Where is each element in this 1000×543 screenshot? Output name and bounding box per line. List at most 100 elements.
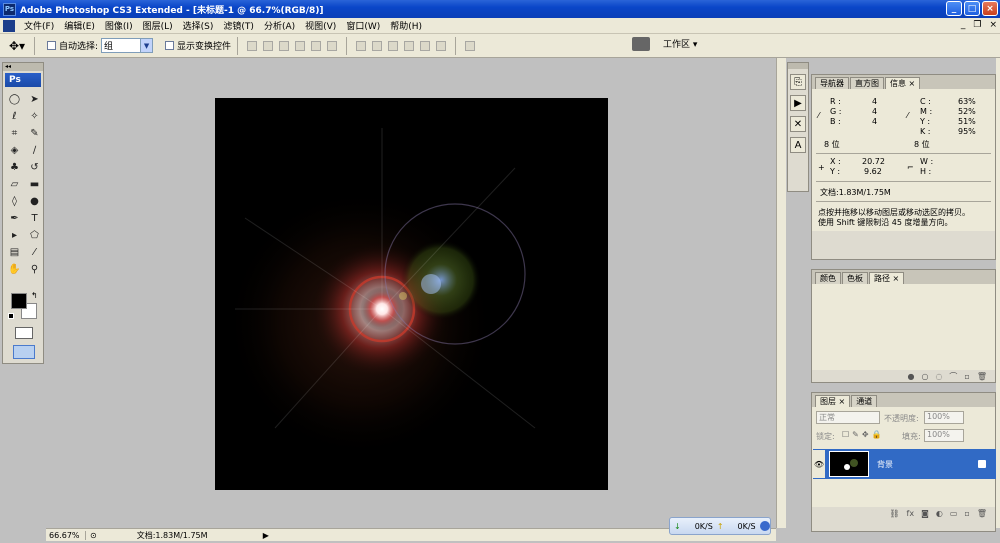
align-hcenter-icon[interactable] [311,40,322,51]
pen-tool-icon[interactable]: ✒ [5,210,24,226]
distribute-hcenter-icon[interactable] [420,40,431,51]
fill-path-icon[interactable]: ● [907,372,914,381]
delete-path-icon[interactable]: 🗑 [977,372,987,381]
lasso-tool-icon[interactable]: ℓ [5,108,24,124]
menu-window[interactable]: 窗口(W) [341,19,385,32]
menu-edit[interactable]: 编辑(E) [59,19,100,32]
history-panel-icon[interactable]: ⎘ [790,74,806,90]
menu-help[interactable]: 帮助(H) [385,19,427,32]
toolbox-grip[interactable]: ◂◂ [3,63,43,71]
screen-mode-icon[interactable] [13,345,35,359]
align-left-icon[interactable] [295,40,306,51]
eyedropper-icon[interactable]: ⁄ [25,244,44,260]
clone-stamp-icon[interactable]: ♣ [5,159,24,175]
text-tool-icon[interactable]: T [25,210,44,226]
menu-filter[interactable]: 滤镜(T) [218,19,259,32]
new-path-icon[interactable]: ▫ [964,372,969,381]
menu-image[interactable]: 图像(I) [100,19,138,32]
gradient-tool-icon[interactable]: ▬ [25,176,44,192]
new-group-icon[interactable]: ▭ [950,509,958,518]
distribute-bottom-icon[interactable] [388,40,399,51]
fill-input[interactable]: 100% [924,429,964,442]
document-scrollbar[interactable] [776,58,786,528]
menu-analysis[interactable]: 分析(A) [259,19,300,32]
make-work-path-icon[interactable]: ⌒ [949,371,957,382]
status-options-icon[interactable]: ⊙ [90,531,97,540]
brush-tool-icon[interactable]: ∕ [25,142,44,158]
minimize-button[interactable]: _ [946,1,962,16]
healing-brush-icon[interactable]: ◈ [5,142,24,158]
doc-minimize-button[interactable]: _ [961,20,966,30]
auto-select-checkbox[interactable] [47,41,56,50]
delete-layer-icon[interactable]: 🗑 [977,509,987,518]
doc-restore-button[interactable]: ❐ [973,20,981,30]
move-tool-icon[interactable]: ✥▾ [6,37,28,55]
default-colors-icon[interactable] [8,313,14,319]
zoom-tool-icon[interactable]: ⚲ [25,261,44,277]
menu-file[interactable]: 文件(F) [19,19,59,32]
dock-grip[interactable] [788,63,808,69]
distribute-vcenter-icon[interactable] [372,40,383,51]
zoom-level[interactable]: 66.67% [46,530,86,540]
dock-scrollbar[interactable] [996,58,1000,528]
character-panel-icon[interactable]: A [790,137,806,153]
quick-mask-icon[interactable] [15,327,33,339]
tool-presets-icon[interactable]: ✕ [790,116,806,132]
menu-layer[interactable]: 图层(L) [138,19,178,32]
crop-tool-icon[interactable]: ⌗ [5,125,24,141]
path-select-icon[interactable]: ▸ [5,227,24,243]
link-layers-icon[interactable]: ⛓ [889,509,899,518]
tab-paths[interactable]: 路径 × [869,272,905,284]
swap-colors-icon[interactable]: ↰ [31,291,38,300]
distribute-left-icon[interactable] [404,40,415,51]
load-selection-icon[interactable]: ◌ [935,372,942,381]
move-tool-icon[interactable]: ➤ [25,91,44,107]
align-top-icon[interactable] [247,40,258,51]
tab-color[interactable]: 颜色 [815,272,841,284]
magic-wand-icon[interactable]: ✧ [25,108,44,124]
adjustment-layer-icon[interactable]: ◐ [936,509,943,518]
tab-histogram[interactable]: 直方图 [850,77,884,89]
align-right-icon[interactable] [327,40,338,51]
history-brush-icon[interactable]: ↺ [25,159,44,175]
network-app-icon[interactable] [759,521,770,531]
menu-select[interactable]: 选择(S) [178,19,219,32]
auto-select-dropdown[interactable]: 组 ▼ [101,38,154,53]
close-button[interactable]: × [982,1,998,16]
eraser-tool-icon[interactable]: ▱ [5,176,24,192]
foreground-color-swatch[interactable] [11,293,27,309]
camera-icon[interactable] [632,37,650,51]
align-bottom-icon[interactable] [279,40,290,51]
show-transform-checkbox[interactable] [165,41,175,50]
workspace-button[interactable]: 工作区 ▾ [663,37,697,50]
distribute-right-icon[interactable] [436,40,447,51]
new-layer-icon[interactable]: ▫ [964,509,969,518]
tab-navigator[interactable]: 导航器 [815,77,849,89]
distribute-top-icon[interactable] [356,40,367,51]
slice-tool-icon[interactable]: ✎ [25,125,44,141]
stroke-path-icon[interactable]: ○ [921,372,928,381]
eye-icon[interactable]: 👁 [813,450,825,478]
opacity-input[interactable]: 100% [924,411,964,424]
align-vcenter-icon[interactable] [263,40,274,51]
marquee-tool-icon[interactable]: ◯ [5,91,24,107]
auto-align-icon[interactable] [465,40,476,51]
tab-info[interactable]: 信息 × [885,77,921,89]
doc-close-button[interactable]: × [989,20,997,30]
dodge-tool-icon[interactable]: ● [25,193,44,209]
status-menu-arrow-icon[interactable]: ▶ [263,531,269,540]
maximize-button[interactable]: □ [964,1,980,16]
tab-layers[interactable]: 图层 × [815,395,851,407]
layer-mask-icon[interactable]: ◙ [921,509,929,518]
layer-style-icon[interactable]: fx [907,509,915,518]
hand-tool-icon[interactable]: ✋ [5,261,24,277]
blend-mode-dropdown[interactable]: 正常 [816,411,880,424]
tab-channels[interactable]: 通道 [851,395,878,407]
tab-swatches[interactable]: 色板 [842,272,868,284]
notes-tool-icon[interactable]: ▤ [5,244,24,260]
actions-panel-icon[interactable]: ▶ [790,95,806,111]
lock-icons[interactable]: ☐✎✥🔒 [842,430,885,439]
document-canvas[interactable] [215,98,608,490]
blur-tool-icon[interactable]: ◊ [5,193,24,209]
menu-view[interactable]: 视图(V) [300,19,341,32]
